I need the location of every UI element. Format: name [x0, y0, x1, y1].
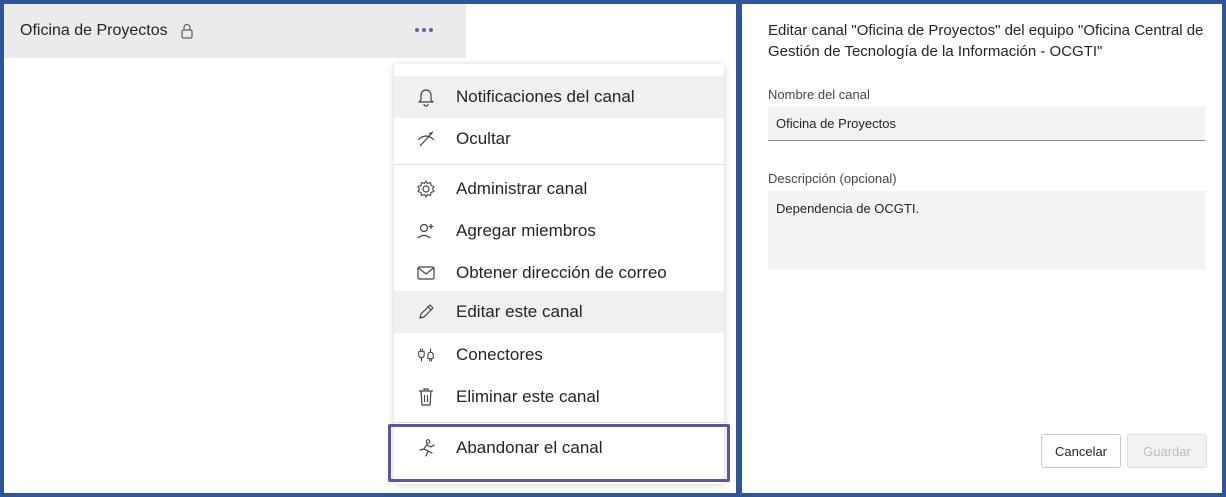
- dot-icon: [415, 28, 419, 32]
- bell-icon: [416, 87, 436, 107]
- trash-icon: [416, 387, 436, 407]
- lock-icon: [180, 23, 194, 39]
- menu-item-connectors[interactable]: Conectores: [394, 334, 724, 376]
- dot-icon: [422, 28, 426, 32]
- save-button[interactable]: Guardar: [1127, 434, 1207, 468]
- hide-icon: [416, 129, 436, 149]
- panel-divider: [736, 0, 742, 497]
- channel-name-input[interactable]: [768, 107, 1205, 141]
- connectors-icon: [416, 345, 436, 365]
- channel-list-item[interactable]: Oficina de Proyectos: [4, 4, 466, 58]
- menu-item-label: Conectores: [456, 345, 543, 364]
- menu-item-notifications[interactable]: Notificaciones del canal: [394, 76, 724, 118]
- menu-item-hide[interactable]: Ocultar: [394, 118, 724, 160]
- menu-item-delete-channel[interactable]: Eliminar este canal: [394, 376, 724, 418]
- more-options-button[interactable]: [406, 20, 442, 40]
- menu-item-label: Eliminar este canal: [456, 387, 600, 406]
- add-member-icon: [416, 221, 436, 241]
- menu-item-label: Agregar miembros: [456, 221, 596, 240]
- channel-name-label: Nombre del canal: [768, 87, 870, 102]
- menu-item-edit-channel[interactable]: Editar este canal: [394, 291, 724, 333]
- menu-item-get-email[interactable]: Obtener dirección de correo: [394, 252, 724, 294]
- dialog-title: Editar canal "Oficina de Proyectos" del …: [768, 22, 1204, 60]
- leave-channel-highlight: [388, 424, 730, 482]
- menu-item-label: Administrar canal: [456, 179, 588, 198]
- mail-icon: [416, 263, 436, 283]
- dot-icon: [429, 28, 433, 32]
- menu-separator: [394, 422, 724, 423]
- description-input[interactable]: Dependencia de OCGTI.: [768, 191, 1205, 269]
- pencil-icon: [416, 302, 436, 322]
- channel-name: Oficina de Proyectos: [20, 22, 168, 39]
- menu-item-label: Notificaciones del canal: [456, 87, 635, 106]
- menu-item-label: Ocultar: [456, 129, 511, 148]
- menu-separator: [394, 164, 724, 165]
- menu-item-manage-channel[interactable]: Administrar canal: [394, 168, 724, 210]
- description-label: Descripción (opcional): [768, 171, 897, 186]
- menu-item-add-members[interactable]: Agregar miembros: [394, 210, 724, 252]
- menu-item-label: Editar este canal: [456, 302, 583, 321]
- channel-context-menu: Notificaciones del canal Ocultar Adminis…: [394, 64, 724, 484]
- menu-item-label: Obtener dirección de correo: [456, 263, 667, 282]
- gear-icon: [416, 179, 436, 199]
- cancel-button[interactable]: Cancelar: [1041, 434, 1121, 468]
